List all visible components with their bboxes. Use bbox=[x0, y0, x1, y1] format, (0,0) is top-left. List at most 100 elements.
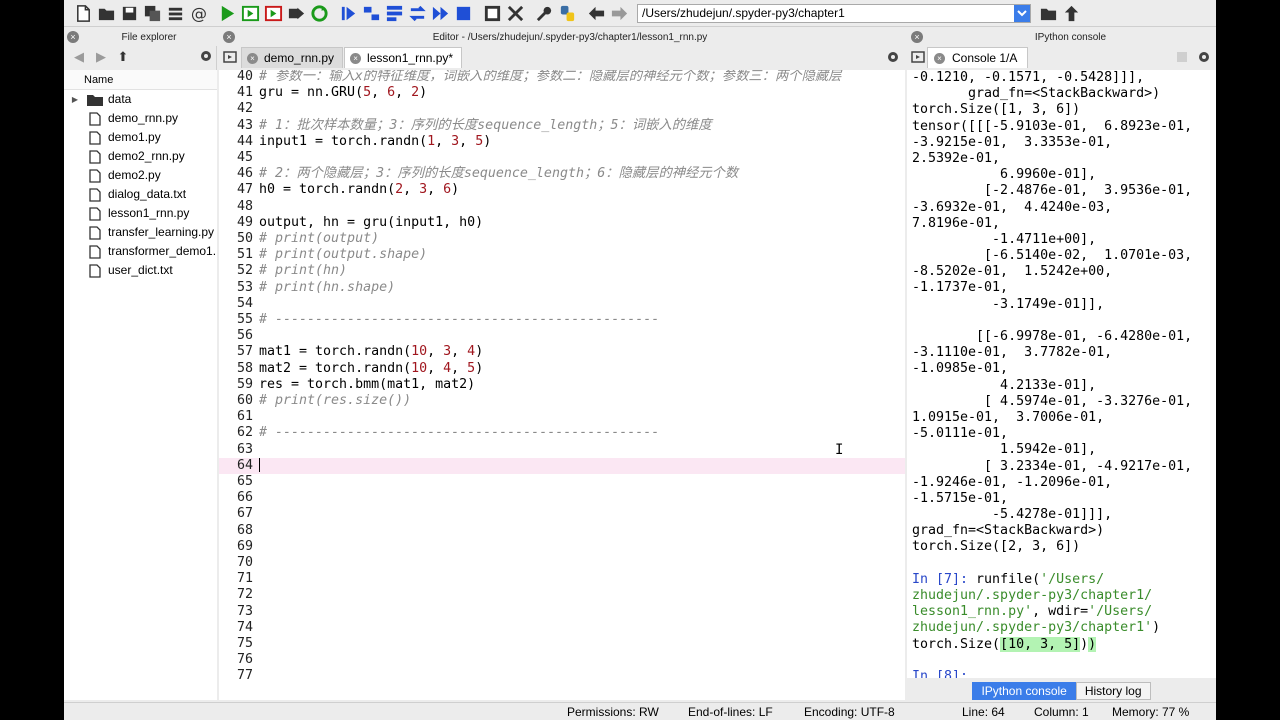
code-line[interactable]: 69 bbox=[219, 539, 905, 555]
rerun-icon[interactable] bbox=[308, 2, 330, 24]
run-cell-icon[interactable] bbox=[239, 2, 261, 24]
code-line[interactable]: 54 bbox=[219, 296, 905, 312]
file-tree-item[interactable]: ▶ data bbox=[64, 90, 217, 109]
tab-demo-rnn[interactable]: × demo_rnn.py bbox=[241, 47, 344, 68]
code-line[interactable]: 43 # 1：批次样本数量；3：序列的长度sequence_length；5：词嵌… bbox=[219, 118, 905, 134]
tab-lesson1-rnn[interactable]: × lesson1_rnn.py* bbox=[344, 47, 463, 68]
file-tree-item[interactable]: demo1.py bbox=[64, 128, 217, 147]
gear-icon[interactable] bbox=[198, 48, 214, 64]
at-sign-icon[interactable]: @ bbox=[187, 2, 209, 24]
forward-arrow-icon[interactable] bbox=[608, 2, 630, 24]
code-line[interactable]: 55 # ------------------------------------… bbox=[219, 312, 905, 328]
step-icon[interactable] bbox=[360, 2, 382, 24]
code-line[interactable]: 77 bbox=[219, 668, 905, 684]
code-line[interactable]: 75 bbox=[219, 636, 905, 652]
code-line[interactable]: 59 res = torch.bmm(mat1, mat2) bbox=[219, 377, 905, 393]
current-code-line[interactable]: 64 bbox=[219, 457, 905, 474]
code-line[interactable]: 44 input1 = torch.randn(1, 3, 5) bbox=[219, 134, 905, 150]
python-path-icon[interactable] bbox=[556, 2, 578, 24]
up-icon[interactable]: ⬆ bbox=[112, 48, 134, 66]
save-icon[interactable] bbox=[118, 2, 140, 24]
close-tab-icon[interactable]: × bbox=[350, 53, 362, 64]
code-line[interactable]: 48 bbox=[219, 199, 905, 215]
code-line[interactable]: 71 bbox=[219, 571, 905, 587]
close-console-icon[interactable]: × bbox=[911, 31, 923, 43]
file-tree-item[interactable]: demo2.py bbox=[64, 166, 217, 185]
code-editor[interactable]: I 40 # 参数一：输入x的特征维度，词嵌入的维度；参数二：隐藏层的神经元个数；… bbox=[219, 70, 905, 700]
code-line[interactable]: 41 gru = nn.GRU(5, 6, 2) bbox=[219, 85, 905, 101]
file-tree-item[interactable]: lesson1_rnn.py bbox=[64, 204, 217, 223]
code-line[interactable]: 65 bbox=[219, 474, 905, 490]
back-arrow-icon[interactable] bbox=[585, 2, 607, 24]
list-icon[interactable] bbox=[164, 2, 186, 24]
console-output[interactable]: -0.1210, -0.1571, -0.5428]]], grad_fn=<S… bbox=[907, 70, 1216, 678]
code-line[interactable]: 67 bbox=[219, 506, 905, 522]
code-line[interactable]: 73 bbox=[219, 604, 905, 620]
file-tree-item[interactable]: transfer_learning.py bbox=[64, 223, 217, 242]
parent-directory-icon[interactable] bbox=[1060, 2, 1082, 24]
code-line[interactable]: 53 # print(hn.shape) bbox=[219, 280, 905, 296]
code-line[interactable]: 47 h0 = torch.randn(2, 3, 6) bbox=[219, 182, 905, 198]
code-line[interactable]: 50 # print(output) bbox=[219, 231, 905, 247]
save-all-icon[interactable] bbox=[141, 2, 163, 24]
maximize-pane-icon[interactable] bbox=[481, 2, 503, 24]
interrupt-icon[interactable] bbox=[1174, 49, 1190, 65]
browse-consoles-icon[interactable] bbox=[910, 49, 926, 65]
close-editor-icon[interactable]: × bbox=[223, 31, 235, 43]
chevron-down-icon[interactable] bbox=[1014, 4, 1030, 22]
name-column-header[interactable]: Name bbox=[64, 70, 217, 90]
code-line[interactable]: 46 # 2：两个隐藏层；3：序列的长度sequence_length；6：隐藏层… bbox=[219, 166, 905, 182]
file-tree-item[interactable]: dialog_data.txt bbox=[64, 185, 217, 204]
file-tree-item[interactable]: demo_rnn.py bbox=[64, 109, 217, 128]
tab-ipython-console[interactable]: IPython console bbox=[972, 682, 1076, 700]
browse-tabs-icon[interactable] bbox=[222, 49, 238, 65]
run-icon[interactable] bbox=[216, 2, 238, 24]
step-into-icon[interactable] bbox=[383, 2, 405, 24]
code-line[interactable]: 49 output, hn = gru(input1, h0) bbox=[219, 215, 905, 231]
open-folder-icon[interactable] bbox=[95, 2, 117, 24]
close-file-explorer-icon[interactable]: × bbox=[67, 31, 79, 43]
forward-icon[interactable]: ▶ bbox=[90, 48, 112, 66]
close-tab-icon[interactable]: × bbox=[247, 53, 258, 64]
run-cell-advance-icon[interactable] bbox=[262, 2, 284, 24]
code-line[interactable]: 51 # print(output.shape) bbox=[219, 247, 905, 263]
gear-icon[interactable] bbox=[885, 49, 901, 65]
code-line[interactable]: 52 # print(hn) bbox=[219, 263, 905, 279]
code-line[interactable]: 58 mat2 = torch.randn(10, 4, 5) bbox=[219, 361, 905, 377]
step-return-icon[interactable] bbox=[406, 2, 428, 24]
back-icon[interactable]: ◀ bbox=[68, 48, 90, 66]
code-line[interactable]: 76 bbox=[219, 652, 905, 668]
stop-icon[interactable] bbox=[452, 2, 474, 24]
code-line[interactable]: 61 bbox=[219, 409, 905, 425]
file-tree-item[interactable]: transformer_demo1. bbox=[64, 242, 217, 261]
code-line[interactable]: 45 bbox=[219, 150, 905, 166]
continue-icon[interactable] bbox=[429, 2, 451, 24]
tab-console-1a[interactable]: × Console 1/A bbox=[927, 47, 1029, 68]
fullscreen-icon[interactable] bbox=[504, 2, 526, 24]
tab-history-log[interactable]: History log bbox=[1075, 682, 1151, 700]
code-line[interactable]: 60 # print(res.size()) bbox=[219, 393, 905, 409]
debug-icon[interactable] bbox=[337, 2, 359, 24]
code-line[interactable]: 70 bbox=[219, 555, 905, 571]
new-file-icon[interactable] bbox=[72, 2, 94, 24]
code-line[interactable]: 57 mat1 = torch.randn(10, 3, 4) bbox=[219, 344, 905, 360]
code-line[interactable]: 42 bbox=[219, 101, 905, 117]
browse-folder-icon[interactable] bbox=[1037, 2, 1059, 24]
code-line[interactable]: 68 bbox=[219, 523, 905, 539]
console-buttons bbox=[1174, 49, 1212, 65]
close-console-tab-icon[interactable]: × bbox=[934, 53, 945, 64]
file-tree-item[interactable]: user_dict.txt bbox=[64, 261, 217, 280]
wrench-icon[interactable] bbox=[533, 2, 555, 24]
code-line[interactable]: 66 bbox=[219, 490, 905, 506]
code-line[interactable]: 56 bbox=[219, 328, 905, 344]
run-selection-icon[interactable] bbox=[285, 2, 307, 24]
file-tree-item[interactable]: demo2_rnn.py bbox=[64, 147, 217, 166]
expand-arrow-icon[interactable]: ▶ bbox=[64, 90, 86, 109]
code-line[interactable]: 74 bbox=[219, 620, 905, 636]
code-line[interactable]: 63 bbox=[219, 442, 905, 458]
code-line[interactable]: 62 # ------------------------------------… bbox=[219, 425, 905, 441]
working-directory-input[interactable]: /Users/zhudejun/.spyder-py3/chapter1 bbox=[637, 3, 1031, 23]
code-line[interactable]: 40 # 参数一：输入x的特征维度，词嵌入的维度；参数二：隐藏层的神经元个数；参数… bbox=[219, 70, 905, 85]
code-line[interactable]: 72 bbox=[219, 587, 905, 603]
gear-icon[interactable] bbox=[1196, 49, 1212, 65]
